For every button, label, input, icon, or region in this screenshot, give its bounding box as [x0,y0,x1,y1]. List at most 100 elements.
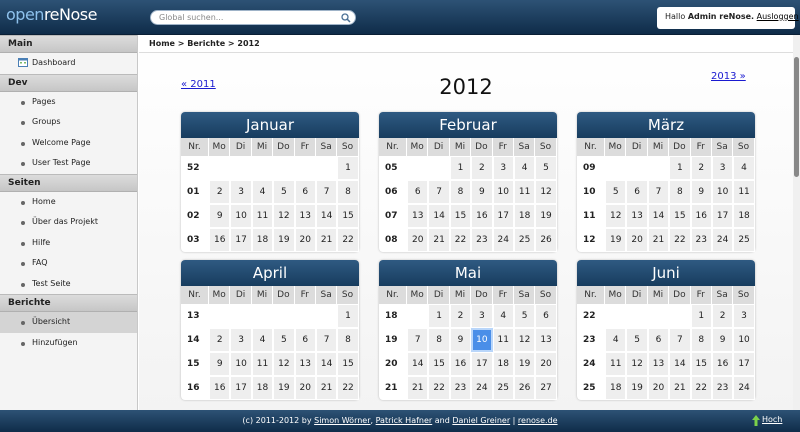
day-cell[interactable]: 11 [492,328,514,352]
day-cell[interactable]: 8 [669,180,691,204]
day-cell[interactable]: 16 [209,376,231,400]
day-cell[interactable]: 15 [337,204,359,228]
day-cell[interactable]: 22 [337,376,359,400]
day-cell[interactable]: 22 [669,228,691,252]
sidebar-item[interactable]: Dashboard [0,53,137,74]
day-cell[interactable]: 10 [230,352,252,376]
day-cell[interactable]: 19 [273,376,295,400]
author-link[interactable]: Simon Wörner [314,416,370,425]
week-number[interactable]: 03 [181,228,209,252]
day-cell[interactable]: 5 [273,180,295,204]
day-cell[interactable]: 23 [690,228,712,252]
week-number[interactable]: 09 [577,156,605,180]
sidebar-item[interactable]: Home [0,192,137,213]
day-cell[interactable]: 8 [690,328,712,352]
next-year-link[interactable]: 2013 » [711,71,746,82]
day-cell[interactable]: 17 [711,204,734,228]
day-cell[interactable]: 1 [449,156,472,180]
day-cell[interactable]: 2 [711,304,734,328]
day-cell[interactable]: 4 [492,304,514,328]
search-icon[interactable] [341,13,351,23]
sidebar-item[interactable]: User Test Page [0,153,137,174]
day-cell[interactable]: 2 [471,156,493,180]
day-cell[interactable]: 7 [407,328,429,352]
day-cell[interactable]: 3 [711,156,734,180]
day-cell[interactable]: 9 [711,328,734,352]
day-cell[interactable]: 23 [471,228,493,252]
day-cell[interactable]: 5 [605,180,627,204]
back-to-top-link[interactable]: Hoch [762,415,782,424]
day-cell[interactable]: 21 [315,228,338,252]
day-cell[interactable]: 6 [647,328,670,352]
day-cell[interactable]: 14 [428,204,450,228]
author-link[interactable]: Patrick Hafner [376,416,433,425]
today-day-cell[interactable]: 10 [471,328,493,352]
day-cell[interactable]: 3 [471,304,493,328]
day-cell[interactable]: 13 [294,352,316,376]
week-number[interactable]: 13 [181,304,209,328]
day-cell[interactable]: 7 [315,328,338,352]
day-cell[interactable]: 6 [294,328,316,352]
day-cell[interactable]: 14 [669,352,691,376]
week-number[interactable]: 12 [577,228,605,252]
author-link[interactable]: Daniel Greiner [452,416,510,425]
day-cell[interactable]: 5 [513,304,536,328]
week-number[interactable]: 01 [181,180,209,204]
day-cell[interactable]: 24 [711,228,734,252]
day-cell[interactable]: 20 [294,376,316,400]
day-cell[interactable]: 17 [471,352,493,376]
day-cell[interactable]: 21 [315,376,338,400]
week-number[interactable]: 19 [379,328,407,352]
day-cell[interactable]: 17 [230,228,252,252]
day-cell[interactable]: 13 [535,328,557,352]
day-cell[interactable]: 6 [535,304,557,328]
day-cell[interactable]: 16 [690,204,712,228]
day-cell[interactable]: 19 [273,228,295,252]
day-cell[interactable]: 24 [733,376,755,400]
sidebar-item[interactable]: Welcome Page [0,133,137,154]
day-cell[interactable]: 26 [535,228,557,252]
day-cell[interactable]: 2 [449,304,472,328]
day-cell[interactable]: 14 [647,204,670,228]
day-cell[interactable]: 9 [209,352,231,376]
day-cell[interactable]: 24 [471,376,493,400]
sidebar-item[interactable]: Über das Projekt [0,212,137,233]
day-cell[interactable]: 18 [492,352,514,376]
week-number[interactable]: 16 [181,376,209,400]
day-cell[interactable]: 19 [605,228,627,252]
day-cell[interactable]: 3 [492,156,514,180]
scrollbar[interactable] [793,35,800,410]
week-number[interactable]: 25 [577,376,605,400]
day-cell[interactable]: 3 [230,180,252,204]
day-cell[interactable]: 9 [471,180,493,204]
day-cell[interactable]: 2 [690,156,712,180]
day-cell[interactable]: 22 [449,228,472,252]
day-cell[interactable]: 16 [449,352,472,376]
day-cell[interactable]: 10 [230,204,252,228]
day-cell[interactable]: 23 [449,376,472,400]
day-cell[interactable]: 16 [711,352,734,376]
day-cell[interactable]: 24 [492,228,514,252]
day-cell[interactable]: 1 [669,156,691,180]
week-number[interactable]: 11 [577,204,605,228]
day-cell[interactable]: 3 [230,328,252,352]
day-cell[interactable]: 2 [209,328,231,352]
day-cell[interactable]: 21 [407,376,429,400]
day-cell[interactable]: 13 [647,352,670,376]
day-cell[interactable]: 16 [471,204,493,228]
day-cell[interactable]: 21 [669,376,691,400]
day-cell[interactable]: 7 [669,328,691,352]
month-title[interactable]: Februar [379,112,557,138]
day-cell[interactable]: 18 [251,228,274,252]
month-title[interactable]: April [181,260,359,286]
scrollbar-thumb[interactable] [794,57,799,177]
day-cell[interactable]: 4 [733,156,755,180]
day-cell[interactable]: 19 [535,204,557,228]
day-cell[interactable]: 25 [492,376,514,400]
day-cell[interactable]: 5 [273,328,295,352]
day-cell[interactable]: 17 [733,352,755,376]
week-number[interactable]: 23 [577,328,605,352]
day-cell[interactable]: 1 [690,304,712,328]
day-cell[interactable]: 2 [209,180,231,204]
day-cell[interactable]: 14 [315,352,338,376]
